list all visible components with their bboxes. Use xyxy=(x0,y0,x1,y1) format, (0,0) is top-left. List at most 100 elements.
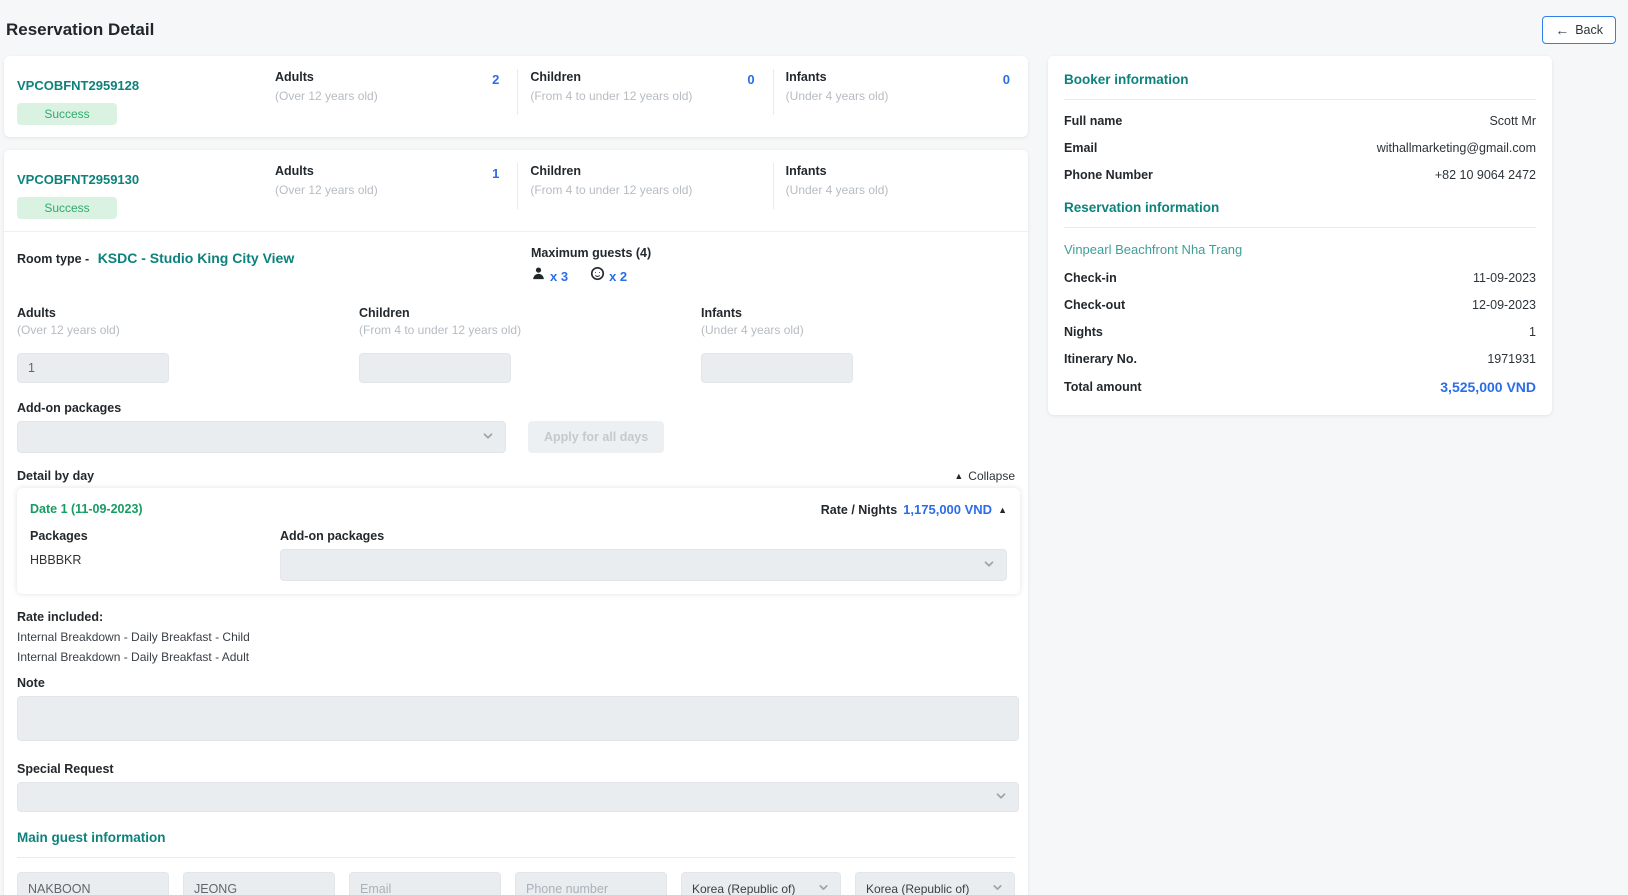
infants-labels: Infants (Under 4 years old) xyxy=(786,164,889,197)
email-label: Email xyxy=(1064,141,1097,155)
phone-input[interactable] xyxy=(515,872,667,895)
reservation-row: Nights 1 xyxy=(1064,325,1536,339)
note-textarea[interactable] xyxy=(17,696,1019,741)
packages-column: Packages HBBBKR xyxy=(30,529,280,581)
room-type-row: Room type - KSDC - Studio King City View… xyxy=(4,231,1028,298)
adults-value: 2 xyxy=(492,72,499,87)
booking-card-2: VPCOBFNT2959130 Success Adults (Over 12 … xyxy=(4,150,1028,895)
note-label: Note xyxy=(17,676,1015,690)
nights-value: 1 xyxy=(1529,325,1536,339)
day-date: Date 1 (11-09-2023) xyxy=(30,502,143,516)
children-label: Children xyxy=(530,70,692,84)
triangle-up-icon: ▲ xyxy=(954,471,963,481)
adults-field-sublabel: (Over 12 years old) xyxy=(17,323,359,337)
infants-field-label: Infants xyxy=(701,306,1043,320)
triangle-up-icon: ▲ xyxy=(998,505,1007,515)
reservation-row: Itinerary No. 1971931 xyxy=(1064,352,1536,366)
check-in-label: Check-in xyxy=(1064,271,1117,285)
addon-packages-label: Add-on packages xyxy=(17,401,1015,415)
child-face-icon xyxy=(590,266,605,286)
status-badge: Success xyxy=(17,103,117,125)
infants-summary: Infants (Under 4 years old) xyxy=(773,150,1028,231)
infants-input[interactable] xyxy=(701,353,853,383)
adults-sublabel: (Over 12 years old) xyxy=(275,89,378,103)
children-sublabel: (From 4 to under 12 years old) xyxy=(530,183,692,197)
adults-label: Adults xyxy=(275,70,378,84)
reservation-row: Check-in 11-09-2023 xyxy=(1064,271,1536,285)
apply-all-days-button[interactable]: Apply for all days xyxy=(528,421,664,453)
child-capacity-count: x 2 xyxy=(609,269,627,284)
adults-field-label: Adults xyxy=(17,306,359,320)
adults-field: Adults (Over 12 years old) xyxy=(17,306,359,383)
adults-input[interactable] xyxy=(17,353,169,383)
day-detail-card: Date 1 (11-09-2023) Rate / Nights 1,175,… xyxy=(17,488,1020,594)
infants-field: Infants (Under 4 years old) xyxy=(701,306,1043,383)
country-select[interactable]: Korea (Republic of) xyxy=(855,872,1015,895)
booking-head: VPCOBFNT2959130 Success Adults (Over 12 … xyxy=(4,150,1028,231)
adults-summary: Adults (Over 12 years old) 1 xyxy=(262,150,517,231)
children-field-sublabel: (From 4 to under 12 years old) xyxy=(359,323,701,337)
top-bar: Reservation Detail ← Back xyxy=(0,0,1628,56)
children-field: Children (From 4 to under 12 years old) xyxy=(359,306,701,383)
full-name-label: Full name xyxy=(1064,114,1122,128)
person-icon xyxy=(531,266,546,286)
collapse-toggle[interactable]: ▲ Collapse xyxy=(954,469,1015,483)
rate-included-label: Rate included: xyxy=(17,610,1015,624)
children-input[interactable] xyxy=(359,353,511,383)
children-sublabel: (From 4 to under 12 years old) xyxy=(530,89,692,103)
phone-number-value: +82 10 9064 2472 xyxy=(1435,168,1536,182)
main-layout: VPCOBFNT2959128 Success Adults (Over 12 … xyxy=(0,56,1628,895)
back-label: Back xyxy=(1575,23,1603,37)
property-link[interactable]: Vinpearl Beachfront Nha Trang xyxy=(1064,242,1536,257)
main-guest-heading: Main guest information xyxy=(4,812,1028,845)
last-name-input[interactable] xyxy=(183,872,335,895)
day-head: Date 1 (11-09-2023) Rate / Nights 1,175,… xyxy=(30,502,1007,517)
room-type-value: KSDC - Studio King City View xyxy=(98,250,295,266)
children-value: 0 xyxy=(747,72,754,87)
adult-capacity-count: x 3 xyxy=(550,269,568,284)
check-out-label: Check-out xyxy=(1064,298,1125,312)
adults-labels: Adults (Over 12 years old) xyxy=(275,164,378,197)
total-amount-row: Total amount 3,525,000 VND xyxy=(1064,379,1536,395)
special-request-section: Special Request xyxy=(4,746,1028,812)
back-button[interactable]: ← Back xyxy=(1542,16,1616,44)
left-column: VPCOBFNT2959128 Success Adults (Over 12 … xyxy=(4,56,1028,895)
chevron-down-icon xyxy=(994,789,1008,806)
max-guests-label: Maximum guests (4) xyxy=(531,246,651,260)
email-input[interactable] xyxy=(349,872,501,895)
reservation-row: Check-out 12-09-2023 xyxy=(1064,298,1536,312)
addon-packages-section: Add-on packages Apply for all days xyxy=(4,383,1028,453)
guest-capacity-icons: x 3 x 2 xyxy=(531,266,651,286)
day-body: Packages HBBBKR Add-on packages xyxy=(30,529,1007,581)
infants-sublabel: (Under 4 years old) xyxy=(786,183,889,197)
chevron-down-icon xyxy=(481,429,495,446)
chevron-down-icon xyxy=(817,881,830,895)
nights-label: Nights xyxy=(1064,325,1103,339)
addon-controls: Apply for all days xyxy=(17,421,1015,453)
child-capacity: x 2 xyxy=(590,266,627,286)
adult-capacity: x 3 xyxy=(531,266,568,286)
day-rate-toggle[interactable]: Rate / Nights 1,175,000 VND ▲ xyxy=(821,502,1007,517)
addon-packages-select[interactable] xyxy=(17,421,506,453)
booking-info-panel: Booker information Full name Scott Mr Em… xyxy=(1048,56,1552,415)
divider xyxy=(1064,99,1536,100)
package-code: HBBBKR xyxy=(30,553,280,567)
collapse-label: Collapse xyxy=(968,469,1015,483)
day-addon-label: Add-on packages xyxy=(280,529,1007,543)
detail-by-day-label: Detail by day xyxy=(17,469,94,483)
back-arrow-icon: ← xyxy=(1555,25,1569,35)
rate-included-item: Internal Breakdown - Daily Breakfast - C… xyxy=(17,630,1015,644)
rate-included-item: Internal Breakdown - Daily Breakfast - A… xyxy=(17,650,1015,664)
adults-sublabel: (Over 12 years old) xyxy=(275,183,378,197)
full-name-value: Scott Mr xyxy=(1489,114,1536,128)
booking-id-column: VPCOBFNT2959130 Success xyxy=(4,150,262,231)
rate-included-section: Rate included: Internal Breakdown - Dail… xyxy=(4,594,1028,664)
special-request-select[interactable] xyxy=(17,782,1019,812)
nationality-select[interactable]: Korea (Republic of) xyxy=(681,872,841,895)
first-name-input[interactable] xyxy=(17,872,169,895)
booking-code: VPCOBFNT2959130 xyxy=(17,172,252,187)
phone-number-label: Phone Number xyxy=(1064,168,1153,182)
adults-label: Adults xyxy=(275,164,378,178)
infants-labels: Infants (Under 4 years old) xyxy=(786,70,889,103)
day-addon-select[interactable] xyxy=(280,549,1007,581)
